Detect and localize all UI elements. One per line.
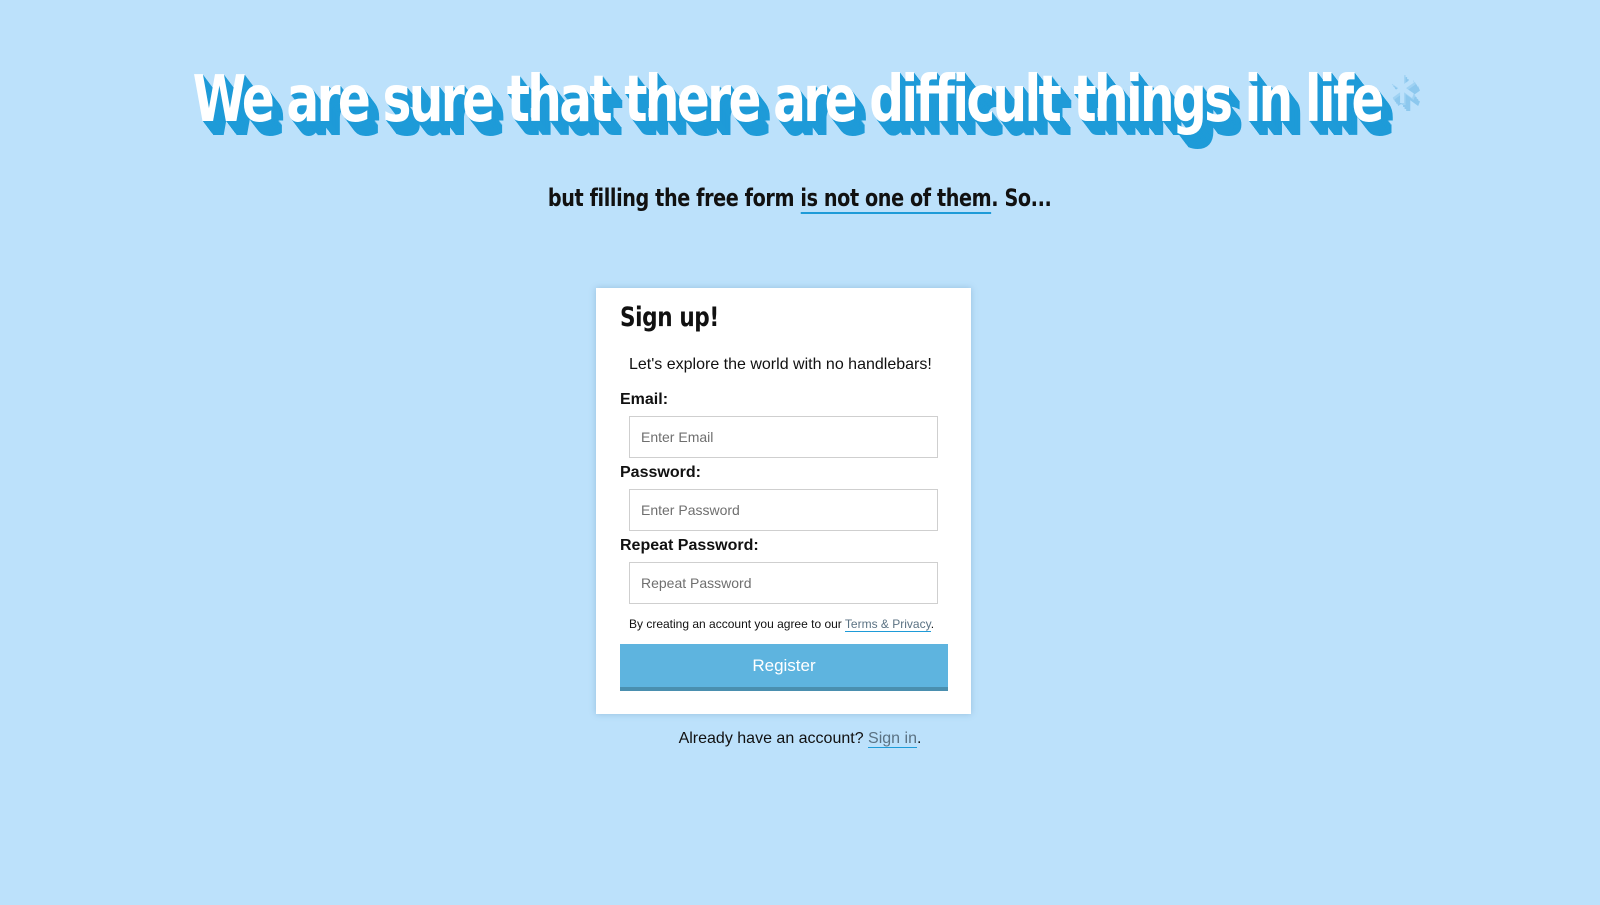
email-field[interactable] bbox=[629, 416, 938, 458]
form-title: Sign up! bbox=[620, 302, 719, 333]
signin-prompt: Already have an account? Sign in. bbox=[0, 730, 1600, 748]
signin-prompt-text: Already have an account? bbox=[678, 730, 869, 747]
hero-subtitle-line: but filling the free form is not one of … bbox=[548, 184, 1052, 214]
terms-notice: By creating an account you agree to our … bbox=[629, 617, 935, 632]
repeat-password-field[interactable] bbox=[629, 562, 938, 604]
subtitle-end: . So... bbox=[991, 184, 1052, 212]
terms-text: By creating an account you agree to our bbox=[629, 617, 845, 631]
repeat-password-label: Repeat Password: bbox=[620, 537, 759, 554]
subtitle-start: but filling the free form bbox=[548, 184, 801, 212]
hero-subtitle: but filling the free form is not one of … bbox=[0, 184, 1600, 214]
signin-link[interactable]: Sign in bbox=[868, 730, 917, 748]
signup-form: Sign up! Let's explore the world with no… bbox=[596, 288, 971, 714]
email-label: Email: bbox=[620, 391, 669, 408]
terms-privacy-link[interactable]: Terms & Privacy bbox=[844, 617, 931, 632]
hero-title: We are sure that there are difficult thi… bbox=[192, 62, 1415, 139]
terms-end: . bbox=[930, 617, 935, 631]
subtitle-highlight: is not one of them bbox=[800, 184, 992, 214]
signin-end: . bbox=[916, 730, 922, 747]
register-button[interactable]: Register bbox=[620, 644, 948, 691]
asterisk-icon: * bbox=[1389, 63, 1414, 137]
password-field[interactable] bbox=[629, 489, 938, 531]
hero-header: We are sure that there are difficult thi… bbox=[0, 62, 1600, 139]
hero-title-text: We are sure that there are difficult thi… bbox=[192, 63, 1385, 137]
form-tagline: Let's explore the world with no handleba… bbox=[629, 356, 932, 373]
password-label: Password: bbox=[620, 464, 701, 481]
